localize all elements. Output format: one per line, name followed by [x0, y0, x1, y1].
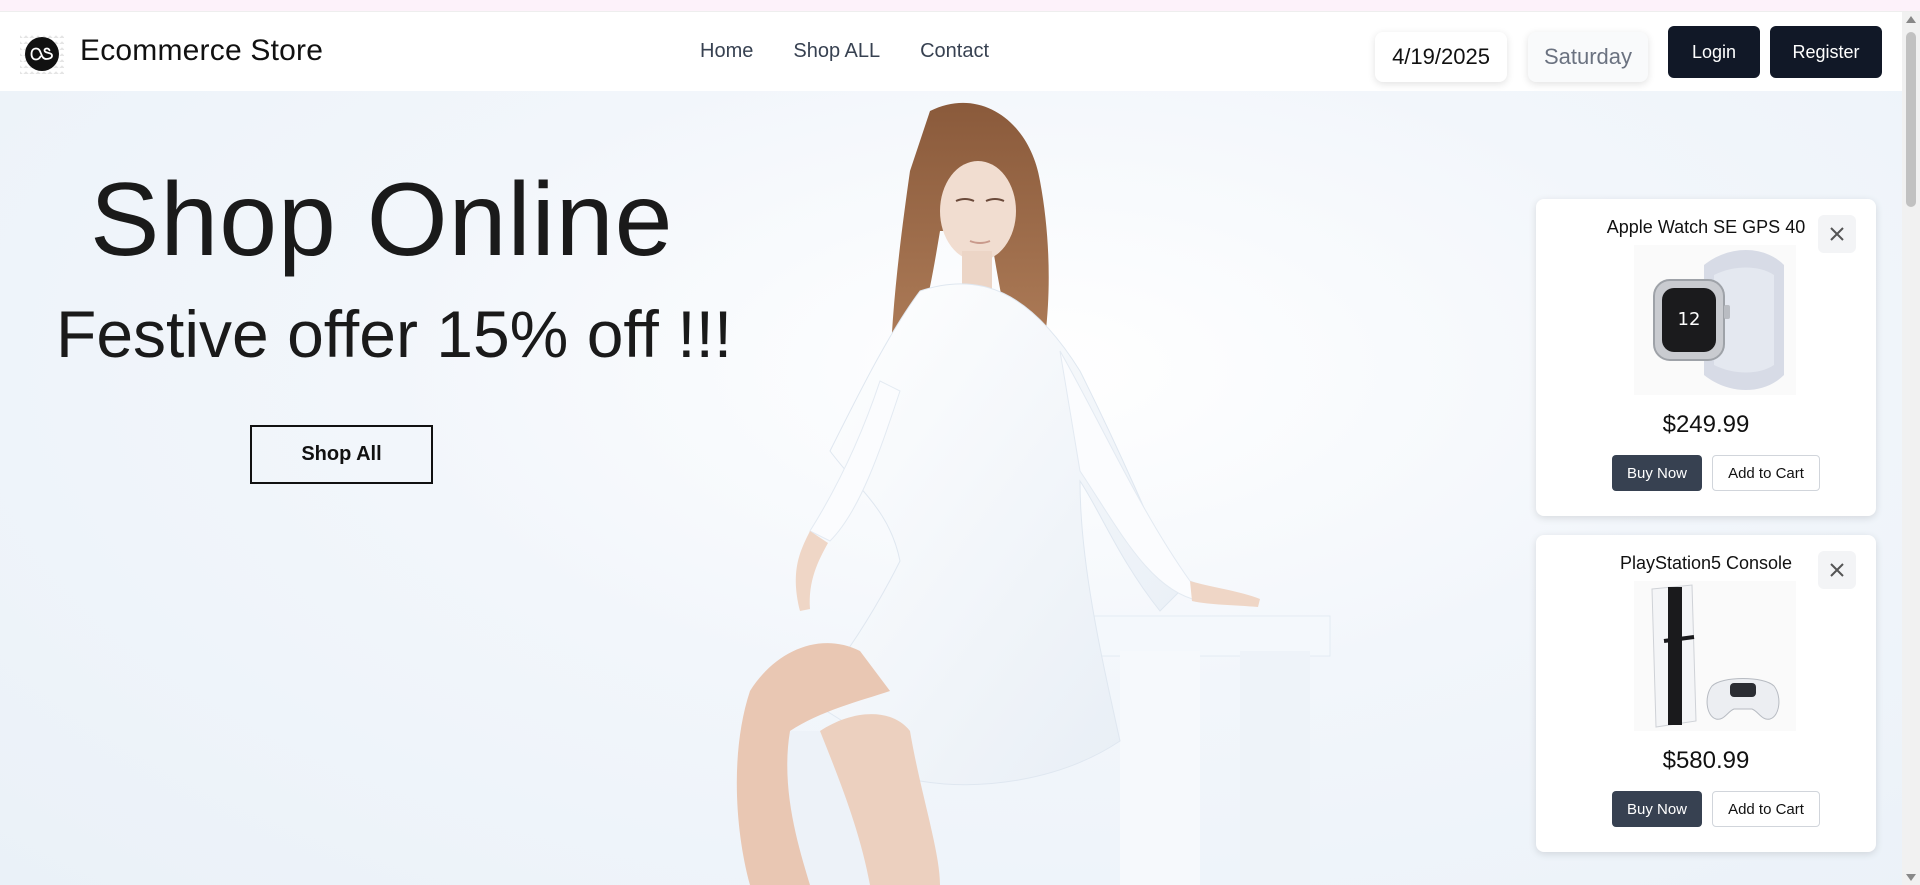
scroll-thumb[interactable] — [1906, 32, 1916, 207]
lastfm-logo-icon — [25, 37, 59, 71]
product-card: Apple Watch SE GPS 40 12 $249.99 Buy Now… — [1536, 199, 1876, 516]
page-scrollbar[interactable] — [1902, 12, 1920, 885]
add-to-cart-button[interactable]: Add to Cart — [1712, 791, 1820, 827]
main-nav: Home Shop ALL Contact — [700, 40, 989, 63]
scroll-down-arrow-icon[interactable] — [1906, 874, 1916, 881]
buy-now-button[interactable]: Buy Now — [1612, 455, 1702, 491]
scroll-up-arrow-icon[interactable] — [1906, 16, 1916, 23]
product-price: $249.99 — [1662, 411, 1750, 438]
product-price: $580.99 — [1662, 747, 1750, 774]
register-button[interactable]: Register — [1770, 26, 1882, 78]
logo[interactable] — [20, 32, 64, 76]
hero-model-image — [736, 102, 1331, 885]
add-to-cart-button[interactable]: Add to Cart — [1712, 455, 1820, 491]
date-display: 4/19/2025 — [1375, 32, 1507, 82]
svg-text:12: 12 — [1678, 309, 1701, 330]
navbar: Ecommerce Store Home Shop ALL Contact 4/… — [0, 12, 1902, 91]
nav-contact[interactable]: Contact — [920, 40, 989, 63]
product-title[interactable]: PlayStation5 Console — [1536, 553, 1876, 574]
shop-all-button[interactable]: Shop All — [250, 425, 433, 484]
brand-name[interactable]: Ecommerce Store — [80, 34, 323, 68]
buy-now-button[interactable]: Buy Now — [1612, 791, 1702, 827]
browser-top-strip — [0, 0, 1920, 12]
game-console-image[interactable] — [1634, 581, 1796, 731]
smartwatch-image[interactable]: 12 — [1634, 245, 1796, 395]
nav-home[interactable]: Home — [700, 40, 753, 63]
nav-shop-all[interactable]: Shop ALL — [793, 40, 880, 63]
login-button[interactable]: Login — [1668, 26, 1760, 78]
product-title[interactable]: Apple Watch SE GPS 40 — [1536, 217, 1876, 238]
product-card: PlayStation5 Console $580.99 Buy Now Add… — [1536, 535, 1876, 852]
day-display: Saturday — [1528, 32, 1648, 82]
hero-banner: Shop Online Festive offer 15% off !!! Sh… — [0, 91, 1902, 885]
